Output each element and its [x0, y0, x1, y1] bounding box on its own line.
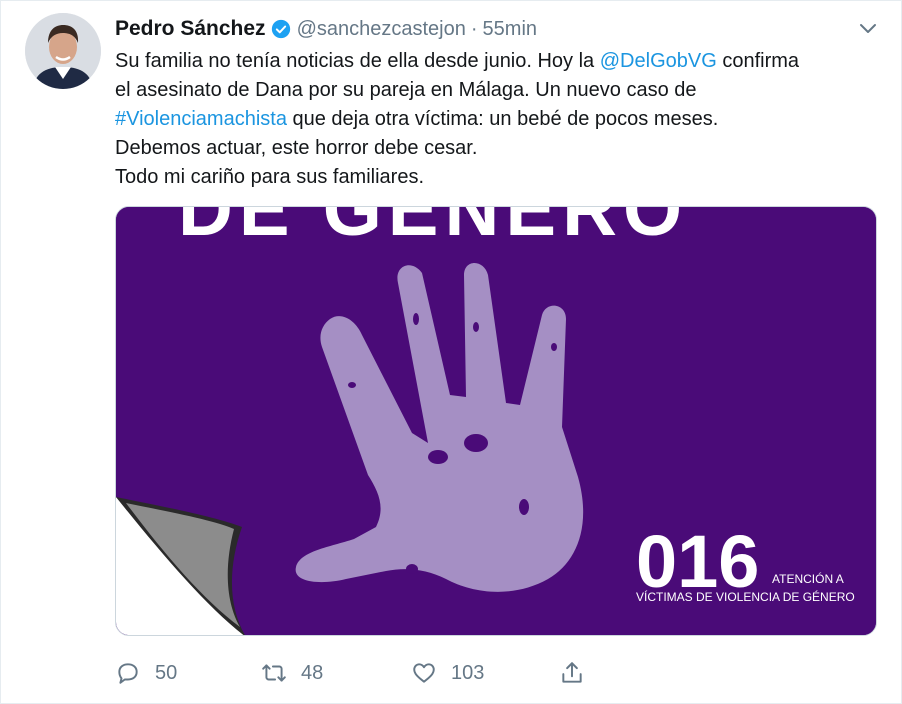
author-name[interactable]: Pedro Sánchez: [115, 17, 266, 41]
separator-dot: ·: [470, 17, 478, 40]
tweet-text-line: el asesinato de Dana por su pareja en Má…: [115, 76, 885, 105]
tweet-media-image[interactable]: DE GÉNERO 016 ATENCIÓN A VÍCTIMAS DE VIO…: [115, 206, 877, 636]
retweet-button[interactable]: 48: [261, 653, 323, 693]
author-handle[interactable]: @sanchezcastejon: [297, 18, 466, 41]
reply-button[interactable]: 50: [115, 653, 177, 693]
like-count: 103: [451, 661, 485, 684]
tweet-text-segment: Todo mi cariño para sus familiares.: [115, 166, 425, 188]
tweet-card[interactable]: Pedro Sánchez @sanchezcastejon · 55min S…: [0, 0, 902, 704]
share-icon: [562, 662, 582, 683]
media-illustration: DE GÉNERO 016 ATENCIÓN A VÍCTIMAS DE VIO…: [116, 207, 876, 635]
tweet-header: Pedro Sánchez @sanchezcastejon · 55min: [115, 15, 881, 43]
avatar-image: [25, 13, 101, 89]
tweet-actions: 50 48 103: [115, 653, 615, 693]
verified-badge-icon: [271, 19, 290, 39]
timestamp[interactable]: 55min: [483, 18, 537, 41]
tweet-text-line: Todo mi cariño para sus familiares.: [115, 163, 885, 192]
tweet-text-segment: Debemos actuar, este horror debe cesar.: [115, 137, 478, 159]
hashtag-link[interactable]: #Violenciamachista: [115, 108, 287, 130]
retweet-count: 48: [301, 661, 324, 684]
retweet-icon: [262, 664, 286, 682]
tweet-text: Su familia no tenía noticias de ella des…: [115, 47, 885, 192]
reply-count: 50: [155, 661, 178, 684]
tweet-text-segment: confirma: [716, 50, 800, 72]
reply-icon: [118, 663, 138, 684]
tweet-text-line: Debemos actuar, este horror debe cesar.: [115, 134, 885, 163]
chevron-down-icon[interactable]: [859, 19, 877, 37]
avatar[interactable]: [25, 13, 101, 89]
heart-icon: [413, 663, 435, 683]
tweet-text-segment: que deja otra víctima: un bebé de pocos …: [286, 108, 719, 130]
caption-line-1: ATENCIÓN A: [772, 571, 844, 586]
tweet-text-segment: el asesinato de Dana por su pareja en Má…: [115, 79, 697, 101]
like-button[interactable]: 103: [411, 653, 484, 693]
tweet-text-line: #Violenciamachista que deja otra víctima…: [115, 105, 885, 134]
share-button[interactable]: [559, 653, 599, 693]
caption-line-2: VÍCTIMAS DE VIOLENCIA DE GÉNERO: [636, 589, 855, 604]
banner-text: DE GÉNERO: [178, 207, 688, 252]
mention-link[interactable]: @DelGobVG: [600, 50, 717, 72]
tweet-text-segment: Su familia no tenía noticias de ella des…: [115, 50, 600, 72]
tweet-text-line: Su familia no tenía noticias de ella des…: [115, 47, 885, 76]
